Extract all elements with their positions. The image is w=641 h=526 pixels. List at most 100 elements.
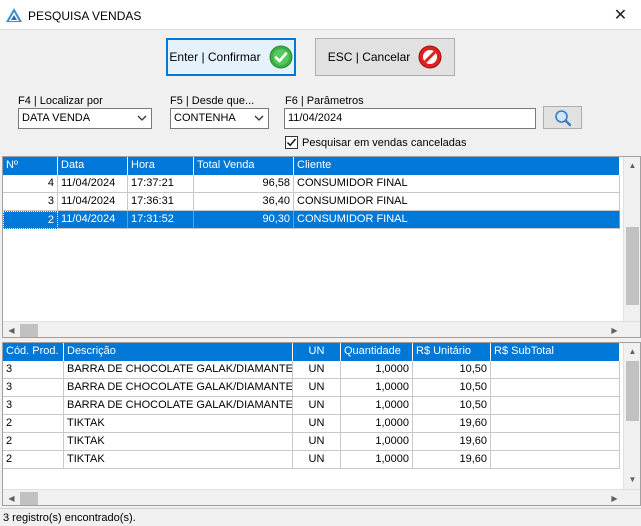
cell-qty: 1,0000 (341, 451, 413, 469)
close-button[interactable]: ✕ (600, 0, 641, 30)
cell-desc: TIKTAK (64, 451, 293, 469)
cell-desc: BARRA DE CHOCOLATE GALAK/DIAMANTE NEGRO (64, 361, 293, 379)
scroll-down-icon[interactable]: ▼ (624, 471, 640, 488)
checkmark-icon (286, 138, 297, 147)
column-header[interactable]: R$ SubTotal (491, 343, 620, 361)
cell-code: 2 (3, 415, 64, 433)
sales-grid-rows: 4 11/04/2024 17:37:21 96,58 CONSUMIDOR FINAL… (3, 175, 620, 229)
locate-by-select[interactable]: DATA VENDA (18, 108, 152, 129)
scroll-up-icon[interactable]: ▲ (624, 157, 640, 174)
cancelled-sales-option[interactable]: Pesquisar em vendas canceladas (285, 136, 466, 149)
confirm-button-label: Enter | Confirmar (169, 50, 261, 64)
search-mode-value: CONTENHA (174, 112, 236, 124)
scroll-right-icon[interactable]: ▶ (606, 490, 623, 505)
cell-un: UN (293, 451, 341, 469)
column-header[interactable]: UN (293, 343, 341, 361)
cell-date: 11/04/2024 (58, 211, 128, 229)
cell-num: 3 (3, 193, 58, 211)
cell-total: 90,30 (194, 211, 294, 229)
locate-by-value: DATA VENDA (22, 112, 91, 124)
cancel-button[interactable]: ESC | Cancelar (315, 38, 455, 76)
cell-qty: 1,0000 (341, 379, 413, 397)
parameters-input[interactable]: 11/04/2024 (284, 108, 536, 129)
column-header[interactable]: Hora (128, 157, 194, 175)
cell-subtotal (491, 361, 620, 379)
cell-qty: 1,0000 (341, 397, 413, 415)
cell-unit: 10,50 (413, 361, 491, 379)
column-header[interactable]: Total Venda (194, 157, 294, 175)
cancelled-sales-checkbox[interactable] (285, 136, 298, 149)
sale-row[interactable]: 2 11/04/2024 17:31:52 90,30 CONSUMIDOR FINAL (3, 211, 620, 229)
search-mode-label: F5 | Desde que... (170, 95, 255, 107)
magnifier-icon (554, 109, 571, 126)
items-vertical-scrollbar[interactable]: ▲ ▼ (623, 343, 640, 489)
app-logo-icon (6, 8, 22, 22)
cell-unit: 19,60 (413, 415, 491, 433)
sales-vertical-scrollbar[interactable]: ▲ (623, 157, 640, 321)
search-mode-select[interactable]: CONTENHA (170, 108, 269, 129)
item-row[interactable]: 3BARRA DE CHOCOLATE GALAK/DIAMANTE NEGRO… (3, 397, 620, 415)
status-text: 3 registro(s) encontrado(s). (3, 512, 136, 524)
cell-date: 11/04/2024 (58, 175, 128, 193)
cell-code: 3 (3, 397, 64, 415)
cell-time: 17:37:21 (128, 175, 194, 193)
confirm-button[interactable]: Enter | Confirmar (166, 38, 296, 76)
cell-un: UN (293, 379, 341, 397)
cell-time: 17:31:52 (128, 211, 194, 229)
column-header[interactable]: Cliente (294, 157, 620, 175)
column-header[interactable]: R$ Unitário (413, 343, 491, 361)
search-sales-window: PESQUISA VENDAS ✕ Enter | Confirmar ESC … (0, 0, 641, 526)
cell-date: 11/04/2024 (58, 193, 128, 211)
close-icon: ✕ (613, 7, 628, 24)
sale-row[interactable]: 4 11/04/2024 17:37:21 96,58 CONSUMIDOR FINAL (3, 175, 620, 193)
scroll-thumb[interactable] (20, 492, 38, 505)
scroll-thumb[interactable] (20, 324, 38, 337)
item-row[interactable]: 2 TIKTAK UN 1,0000 19,60 (3, 433, 620, 451)
cell-code: 3 (3, 361, 64, 379)
sales-horizontal-scrollbar[interactable]: ◀ ▶ (3, 321, 640, 337)
cell-subtotal (491, 397, 620, 415)
items-grid: Cód. Prod. Descrição UN Quantidade R$ Unitár… (2, 342, 641, 506)
item-row[interactable]: 2 TIKTAK UN 1,0000 19,60 (3, 451, 620, 469)
column-header[interactable]: Cód. Prod. (3, 343, 64, 361)
cell-client: CONSUMIDOR FINAL (294, 211, 620, 229)
cell-unit: 10,50 (413, 379, 491, 397)
cell-code: 3 (3, 379, 64, 397)
toolbar: Enter | Confirmar ESC | Cancelar (0, 30, 641, 86)
cell-desc: TIKTAK (64, 415, 293, 433)
column-header[interactable]: Nº (3, 157, 58, 175)
search-button[interactable] (543, 106, 582, 129)
cell-qty: 1,0000 (341, 361, 413, 379)
scroll-thumb[interactable] (626, 361, 639, 421)
column-header[interactable]: Descrição (64, 343, 293, 361)
parameters-label: F6 | Parâmetros (285, 95, 364, 107)
scroll-thumb[interactable] (626, 227, 639, 305)
item-row[interactable]: 3BARRA DE CHOCOLATE GALAK/DIAMANTE NEGRO… (3, 379, 620, 397)
scroll-up-icon[interactable]: ▲ (624, 343, 640, 360)
cell-subtotal (491, 451, 620, 469)
item-row[interactable]: 3BARRA DE CHOCOLATE GALAK/DIAMANTE NEGRO… (3, 361, 620, 379)
items-horizontal-scrollbar[interactable]: ◀ ▶ (3, 489, 640, 505)
cell-code: 2 (3, 433, 64, 451)
parameters-value: 11/04/2024 (288, 112, 343, 124)
items-grid-rows: 3BARRA DE CHOCOLATE GALAK/DIAMANTE NEGRO… (3, 361, 620, 469)
column-header[interactable]: Quantidade (341, 343, 413, 361)
cell-num: 2 (3, 211, 58, 229)
cell-total: 36,40 (194, 193, 294, 211)
locate-by-label: F4 | Localizar por (18, 95, 103, 107)
cell-code: 2 (3, 451, 64, 469)
item-row[interactable]: 2 TIKTAK UN 1,0000 19,60 (3, 415, 620, 433)
sale-row[interactable]: 3 11/04/2024 17:36:31 36,40 CONSUMIDOR FINAL (3, 193, 620, 211)
cell-unit: 19,60 (413, 451, 491, 469)
column-header[interactable]: Data (58, 157, 128, 175)
cell-unit: 10,50 (413, 397, 491, 415)
chevron-down-icon (137, 115, 147, 121)
scroll-left-icon[interactable]: ◀ (3, 322, 20, 337)
items-grid-header: Cód. Prod. Descrição UN Quantidade R$ Unitár… (3, 343, 620, 361)
cell-client: CONSUMIDOR FINAL (294, 193, 620, 211)
scroll-right-icon[interactable]: ▶ (606, 322, 623, 337)
scroll-left-icon[interactable]: ◀ (3, 490, 20, 505)
cell-subtotal (491, 379, 620, 397)
cell-time: 17:36:31 (128, 193, 194, 211)
cell-num: 4 (3, 175, 58, 193)
